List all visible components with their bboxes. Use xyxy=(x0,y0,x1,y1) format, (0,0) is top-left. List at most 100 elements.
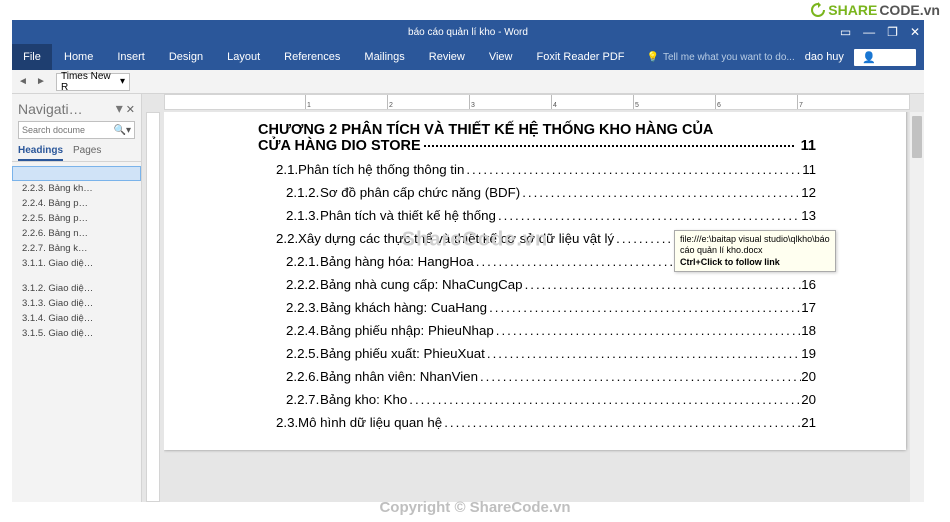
font-name-dropdown[interactable]: Times New R▾ xyxy=(56,73,130,91)
toc-text: Bảng nhà cung cấp: NhaCungCap xyxy=(320,277,523,292)
toc-leader: ........................................… xyxy=(407,392,801,407)
navpane-menu-icon[interactable]: ▾ xyxy=(116,100,123,116)
toc-number: 2.2. xyxy=(258,231,298,246)
search-input[interactable] xyxy=(22,125,102,135)
chevron-down-icon: ▾ xyxy=(120,76,125,87)
navpane-close-icon[interactable]: ✕ xyxy=(126,104,135,116)
horizontal-ruler[interactable]: 1234567 xyxy=(164,94,910,110)
nav-heading-item[interactable]: 2.2.4. Bảng p… xyxy=(12,196,141,211)
nav-tab-pages[interactable]: Pages xyxy=(73,145,101,161)
nav-forward-icon[interactable]: ► xyxy=(34,75,48,89)
toc-text: Bảng khách hàng: CuaHang xyxy=(320,300,487,315)
toc-leader: ........................................… xyxy=(520,185,801,200)
toc-page: 13 xyxy=(801,208,816,223)
toc-entry[interactable]: 2.2.3.Bảng khách hàng: CuaHang .........… xyxy=(258,300,816,315)
toc-number: 2.2.3. xyxy=(258,300,320,315)
toc-leader: ........................................… xyxy=(496,208,801,223)
nav-heading-item[interactable]: 3.1.5. Giao diệ… xyxy=(12,326,141,341)
toc-text: Phân tích hệ thống thông tin xyxy=(298,162,464,177)
minimize-button[interactable]: — xyxy=(863,25,875,39)
share-icon: 👤 xyxy=(862,51,876,64)
recycle-icon xyxy=(810,2,826,18)
toc-page: 11 xyxy=(802,162,816,177)
navigation-search[interactable]: 🔍▾ xyxy=(18,121,135,139)
toc-entry[interactable]: 2.2.5.Bảng phiếu xuất: PhieuXuat .......… xyxy=(258,346,816,361)
restore-button[interactable]: ❐ xyxy=(887,25,898,39)
toc-page: 12 xyxy=(801,185,816,200)
word-window: báo cáo quản lí kho - Word ▭ — ❐ ✕ File … xyxy=(12,20,924,502)
toc-text: Bảng kho: Kho xyxy=(320,392,407,407)
ribbon-tab-insert[interactable]: Insert xyxy=(105,44,157,70)
nav-tab-headings[interactable]: Headings xyxy=(18,145,63,161)
ribbon-display-icon[interactable]: ▭ xyxy=(840,25,851,39)
toc-entry[interactable]: 2.2.7.Bảng kho: Kho ....................… xyxy=(258,392,816,407)
toc-number: 2.3. xyxy=(258,415,298,430)
ribbon-tab-mailings[interactable]: Mailings xyxy=(352,44,416,70)
bottom-watermark: Copyright © ShareCode.vn xyxy=(379,499,570,516)
toc-number: 2.1.3. xyxy=(258,208,320,223)
bulb-icon: 💡 xyxy=(647,52,659,63)
toc-page: 19 xyxy=(801,346,816,361)
tell-me-box[interactable]: 💡 Tell me what you want to do... xyxy=(637,52,805,63)
toc-number: 2.1.2. xyxy=(258,185,320,200)
scrollbar-thumb[interactable] xyxy=(912,116,922,158)
window-title: báo cáo quản lí kho - Word xyxy=(408,27,528,38)
toc-number: 2.2.7. xyxy=(258,392,320,407)
toc-page: 20 xyxy=(801,369,816,384)
toc-entry[interactable]: 2.1.2.Sơ đồ phân cấp chức năng (BDF) ...… xyxy=(258,185,816,200)
file-tab[interactable]: File xyxy=(12,44,52,70)
ribbon-tab-design[interactable]: Design xyxy=(157,44,215,70)
ribbon-tab-home[interactable]: Home xyxy=(52,44,105,70)
toc-page: 20 xyxy=(801,392,816,407)
title-bar: báo cáo quản lí kho - Word ▭ — ❐ ✕ xyxy=(12,20,924,44)
toc-leader: ........................................… xyxy=(464,162,802,177)
toc-entry[interactable]: 2.2.2.Bảng nhà cung cấp: NhaCungCap ....… xyxy=(258,277,816,292)
ribbon-tab-layout[interactable]: Layout xyxy=(215,44,272,70)
toc-entry[interactable]: 2.1.3.Phân tích và thiết kế hệ thống ...… xyxy=(258,208,816,223)
toc-number: 2.2.1. xyxy=(258,254,320,269)
toc-number: 2.2.4. xyxy=(258,323,320,338)
vertical-scrollbar[interactable] xyxy=(910,112,924,502)
toc-number: 2.2.2. xyxy=(258,277,320,292)
nav-heading-item[interactable]: 3.1.3. Giao diệ… xyxy=(12,296,141,311)
toc-text: Bảng hàng hóa: HangHoa xyxy=(320,254,474,269)
toc-number: 2.2.6. xyxy=(258,369,320,384)
nav-heading-item[interactable]: 3.1.2. Giao diệ… xyxy=(12,281,141,296)
nav-heading-item[interactable]: 2.2.5. Bảng p… xyxy=(12,211,141,226)
toc-leader: ........................................… xyxy=(494,323,801,338)
toc-leader: ........................................… xyxy=(442,415,801,430)
nav-heading-item[interactable]: 2.2.6. Bảng n… xyxy=(12,226,141,241)
document-area: 1234567 CHƯƠNG 2 PHÂN TÍCH VÀ THIẾT KẾ H… xyxy=(142,94,924,502)
nav-heading-item[interactable]: 3.1.4. Giao diệ… xyxy=(12,311,141,326)
toc-entry[interactable]: 2.3.Mô hình dữ liệu quan hệ ............… xyxy=(258,415,816,430)
nav-heading-item[interactable]: 2.2.3. Bảng kh… xyxy=(12,181,141,196)
toc-entry[interactable]: 2.2.4.Bảng phiếu nhập: PhieuNhap .......… xyxy=(258,323,816,338)
nav-heading-item[interactable]: 2.2.7. Bảng k… xyxy=(12,241,141,256)
toc-entry[interactable]: 2.2.6.Bảng nhân viên: NhanVien .........… xyxy=(258,369,816,384)
toc-text: Phân tích và thiết kế hệ thống xyxy=(320,208,496,223)
toc-entry[interactable]: 2.1.Phân tích hệ thống thông tin .......… xyxy=(258,162,816,177)
account-user[interactable]: dao huy xyxy=(805,51,844,63)
chapter-page: 11 xyxy=(797,138,816,154)
close-button[interactable]: ✕ xyxy=(910,25,920,39)
nav-back-icon[interactable]: ◄ xyxy=(16,75,30,89)
navigation-pane-title: Navigati… xyxy=(18,101,83,117)
toc-text: Bảng phiếu xuất: PhieuXuat xyxy=(320,346,485,361)
toc-number: 2.2.5. xyxy=(258,346,320,361)
ribbon-tab-view[interactable]: View xyxy=(477,44,525,70)
quick-access-toolbar: ◄ ► Times New R▾ xyxy=(12,70,924,94)
toc-text: Mô hình dữ liệu quan hệ xyxy=(298,415,442,430)
ribbon-tab-review[interactable]: Review xyxy=(417,44,477,70)
ribbon-tab-references[interactable]: References xyxy=(272,44,352,70)
search-icon[interactable]: 🔍▾ xyxy=(114,125,131,136)
nav-heading-item[interactable]: 3.1.1. Giao diệ… xyxy=(12,256,141,271)
document-page[interactable]: CHƯƠNG 2 PHÂN TÍCH VÀ THIẾT KẾ HỆ THỐNG … xyxy=(164,112,906,450)
toc-text: Xây dựng các thực thể và thiết kế cơ sở … xyxy=(298,231,614,246)
vertical-ruler[interactable] xyxy=(146,112,160,502)
share-button[interactable]: 👤 Share xyxy=(854,49,916,66)
toc-leader xyxy=(424,145,794,147)
hyperlink-tooltip: file:///e:\baitap visual studio\qlkho\bá… xyxy=(674,230,836,272)
toc-leader: ........................................… xyxy=(478,369,801,384)
ribbon-tab-foxit-reader-pdf[interactable]: Foxit Reader PDF xyxy=(525,44,637,70)
nav-heading-item[interactable] xyxy=(12,166,141,181)
